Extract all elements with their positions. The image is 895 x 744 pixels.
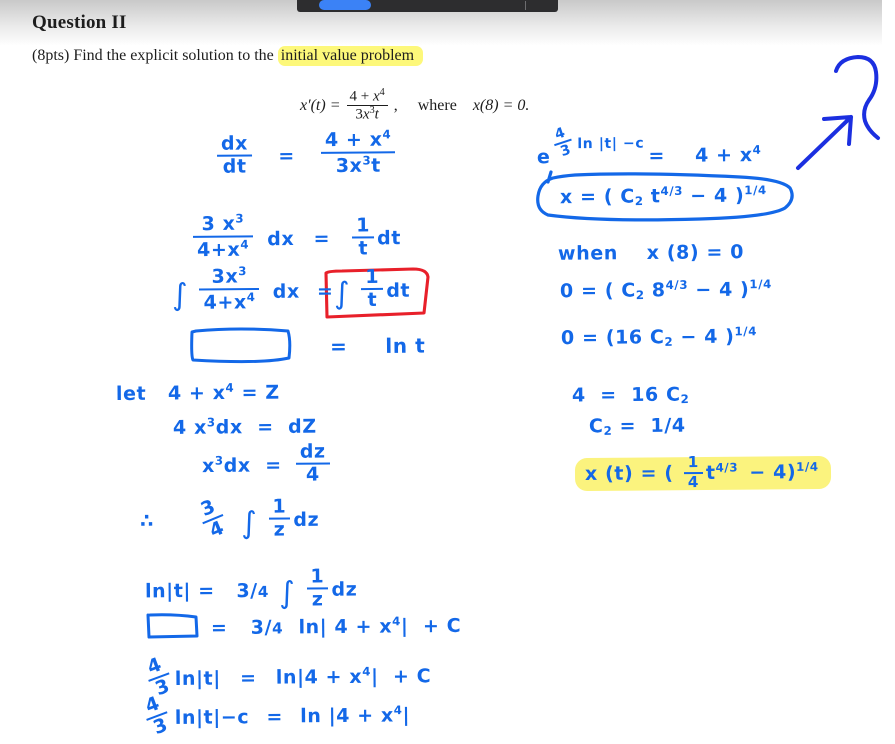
floating-toolbar[interactable] — [297, 0, 558, 12]
page-right-margin — [882, 0, 895, 744]
printed-equation: x′(t) = 4 + x4 3x3t , where x(8) = 0. — [300, 87, 530, 124]
toolbar-primary-button[interactable] — [319, 0, 371, 10]
handwriting-line-differential: 4 x3dx = dZ — [172, 415, 317, 439]
handwriting-line-final-answer: x (t) = ( 1 4 t4/3 − 4)1/4 — [574, 453, 831, 491]
handwriting-line-separated: 3 x3 4+x4 dx = 1 t dt — [190, 211, 401, 261]
equation-where: where — [417, 97, 457, 115]
toolbar-divider — [525, 1, 526, 10]
handwriting-line-43lnt-c: 4 3 ln|t|−c = ln |4 + x4| — [139, 692, 411, 739]
handwriting-line-dx-solved: x3dx = dz 4 — [202, 440, 333, 486]
handwriting-line-when: when x (8) = 0 — [557, 241, 745, 265]
equation-comma: , — [393, 97, 398, 115]
question-mark-icon — [834, 55, 880, 140]
document-page: Question II (8pts) Find the explicit sol… — [0, 0, 895, 744]
handwriting-line-let: let 4 + x4 = Z — [115, 380, 280, 406]
handwriting-line-integral-rhs: ∫ 1 t dt — [333, 265, 411, 312]
handwriting-line-dx-dt: dx dt = 4 + x4 3x3t — [214, 127, 399, 178]
handwriting-line-box-equals: = ln t — [329, 333, 426, 359]
page-title: Question II — [32, 12, 127, 33]
arrow-icon — [796, 115, 853, 170]
handwriting-line-exp: e = 4 + x4 — [536, 143, 762, 169]
handwriting-line-sub8: 0 = ( C2 84/3 − 4 )1/4 — [559, 277, 772, 303]
handwriting-line-c2: C2 = 1/4 — [588, 414, 686, 438]
handwriting-line-box2: = 3/4 ln| 4 + x4| + C — [210, 614, 462, 640]
equation-numerator: 4 + x4 — [346, 87, 388, 107]
handwriting-line-therefore: ∴ 34 ∫ 1 z dz — [139, 495, 320, 543]
equation-denominator: 3x3t — [355, 105, 379, 123]
handwriting-line-sub16: 0 = (16 C2 − 4 )1/4 — [560, 324, 758, 350]
blue-small-rectangle-mark — [146, 613, 199, 639]
prompt-text: (8pts) Find the explicit solution to the — [32, 47, 278, 64]
handwriting-line-boxed-x: x = ( C2 t4/3 − 4 )1/4 — [559, 183, 767, 209]
equation-initial-condition: x(8) = 0. — [472, 97, 530, 115]
equation-lhs: x′(t) = — [300, 97, 341, 115]
question-prompt: (8pts) Find the explicit solution to the… — [32, 46, 424, 66]
prompt-highlighted-phrase: initial value problem — [277, 46, 424, 66]
handwriting-line-integrate: ∫ 3x3 4+x4 dx = — [171, 264, 334, 314]
handwriting-line-4eq16c2: 4 = 16 C2 — [571, 383, 690, 407]
equation-fraction: 4 + x4 3x3t — [346, 87, 388, 124]
blue-rectangle-mark — [190, 327, 292, 364]
handwriting-line-lnt-eq: ln|t| = 3/4 ∫ 1 z dz — [144, 565, 358, 611]
